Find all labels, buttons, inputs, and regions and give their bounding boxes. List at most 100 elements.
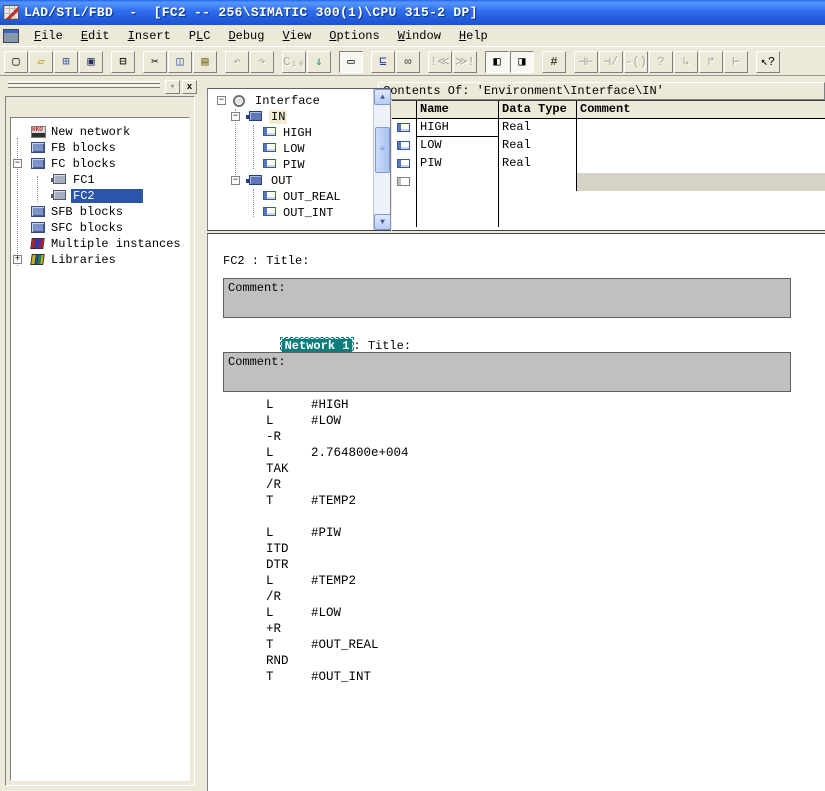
toolbar-separator xyxy=(421,51,428,73)
data-type-cell[interactable]: Real xyxy=(502,156,531,170)
next-error-button[interactable]: ≫! xyxy=(453,51,477,73)
toolbar-separator xyxy=(275,51,282,73)
data-type-cell[interactable]: Real xyxy=(502,120,531,134)
overview-item-fc-blocks[interactable]: FC blocks xyxy=(49,157,118,171)
open-branch-button[interactable]: ↳ xyxy=(674,51,698,73)
column-header-name[interactable]: Name xyxy=(420,102,449,116)
branch-button[interactable]: ⊢ xyxy=(724,51,748,73)
close-branch-button[interactable]: ↱ xyxy=(699,51,723,73)
block-comment-box[interactable]: Comment: xyxy=(223,278,791,318)
panel-grip[interactable] xyxy=(8,81,160,84)
overview-item-sfc-blocks[interactable]: SFC blocks xyxy=(49,221,125,235)
coil-button[interactable]: -() xyxy=(624,51,648,73)
contact-nc-button[interactable]: ⊣/ xyxy=(599,51,623,73)
menu-insert[interactable]: Insert xyxy=(119,27,180,45)
var-icon xyxy=(263,207,276,216)
overview-toggle-button[interactable]: ◧ xyxy=(485,51,509,73)
scroll-up-button[interactable]: ▲ xyxy=(374,89,391,105)
redo-button[interactable]: ↷ xyxy=(250,51,274,73)
monitor-button[interactable]: ∞ xyxy=(396,51,420,73)
panel-close-button[interactable]: x xyxy=(182,80,197,94)
menu-options[interactable]: Options xyxy=(320,27,388,45)
copy-button[interactable]: ◫ xyxy=(168,51,192,73)
previous-error-button[interactable]: !≪ xyxy=(428,51,452,73)
interface-item-piw[interactable]: PIW xyxy=(281,158,307,172)
interface-item-out[interactable]: OUT xyxy=(269,174,295,188)
table-row[interactable] xyxy=(392,173,825,191)
interface-item-in[interactable]: IN xyxy=(269,110,287,124)
data-type-cell[interactable]: Real xyxy=(502,138,531,152)
folder-block-icon xyxy=(31,206,45,217)
mdi-child-icon[interactable] xyxy=(3,29,19,43)
interface-item-out-real[interactable]: OUT_REAL xyxy=(281,190,343,204)
interface-item-interface[interactable]: Interface xyxy=(253,94,322,108)
overview-item-new-network[interactable]: New network xyxy=(49,125,132,139)
menu-view[interactable]: View xyxy=(273,27,320,45)
contents-of-header: Contents Of: 'Environment\Interface\IN' xyxy=(378,82,825,100)
overview-item-libraries[interactable]: Libraries xyxy=(49,253,118,267)
block-title[interactable]: FC2 : Title: xyxy=(223,254,309,268)
menu-file[interactable]: File xyxy=(25,27,72,45)
new-icon: ▢ xyxy=(12,56,19,68)
name-cell[interactable]: PIW xyxy=(420,156,442,170)
interface-expander-in[interactable]: − xyxy=(231,112,240,121)
interface-row: − OUT xyxy=(208,173,390,189)
overview-item-multiple-instances[interactable]: Multiple instances xyxy=(49,237,183,251)
contact-nc-icon: ⊣/ xyxy=(604,56,618,68)
detail-view-toggle-button[interactable]: ◨ xyxy=(510,51,534,73)
interface-expander-interface[interactable]: − xyxy=(217,96,226,105)
menu-help[interactable]: Help xyxy=(450,27,497,45)
folder-block-icon xyxy=(31,158,45,169)
menu-edit[interactable]: Edit xyxy=(72,27,119,45)
scroll-down-button[interactable]: ▼ xyxy=(374,214,391,230)
panel-grip[interactable] xyxy=(8,85,160,88)
interface-item-out-int[interactable]: OUT_INT xyxy=(281,206,335,220)
column-header-data-type[interactable]: Data Type xyxy=(502,102,567,116)
name-cell[interactable]: LOW xyxy=(420,138,442,152)
undo-button[interactable]: ↶ xyxy=(225,51,249,73)
call-structure-button[interactable]: C₁₀ xyxy=(282,51,306,73)
contact-no-button[interactable]: ⊣⊢ xyxy=(574,51,598,73)
table-row[interactable]: PIW Real xyxy=(392,155,825,173)
overview-expander-fc-blocks[interactable]: − xyxy=(13,159,22,168)
save-button[interactable]: ▣ xyxy=(79,51,103,73)
overview-item-sfb-blocks[interactable]: SFB blocks xyxy=(49,205,125,219)
help-pointer-button[interactable]: ↖? xyxy=(756,51,780,73)
stl-editor[interactable]: L#HIGHL#LOW-RL2.764800e+004TAK/RT#TEMP2L… xyxy=(266,398,409,686)
empty-box-button[interactable]: ? xyxy=(649,51,673,73)
empty-comment-cell[interactable] xyxy=(577,173,825,191)
open-online-button[interactable]: ⊞ xyxy=(54,51,78,73)
interface-expander-out[interactable]: − xyxy=(231,176,240,185)
panel-dropdown-button[interactable]: ▾ xyxy=(165,80,180,94)
menu-debug[interactable]: Debug xyxy=(219,27,273,45)
column-header-comment[interactable]: Comment xyxy=(580,102,630,116)
interface-scrollbar[interactable]: ▲ ≡ ▼ xyxy=(373,89,390,230)
overview-row: SFB blocks xyxy=(11,204,189,220)
table-row[interactable]: HIGHReal xyxy=(392,119,825,137)
overview-expander-libraries[interactable]: + xyxy=(13,255,22,264)
overview-item-fc1[interactable]: FC1 xyxy=(71,173,97,187)
folder-block-icon xyxy=(31,222,45,233)
overview-item-fc2[interactable]: FC2 xyxy=(71,189,143,203)
symbol-representation-button[interactable]: ⊑ xyxy=(371,51,395,73)
comment-toggle-button[interactable]: ▭ xyxy=(339,51,363,73)
network-comment-box[interactable]: Comment: xyxy=(223,352,791,392)
new-button[interactable]: ▢ xyxy=(4,51,28,73)
interface-item-low[interactable]: LOW xyxy=(281,142,307,156)
scroll-thumb[interactable]: ≡ xyxy=(375,127,390,173)
open-button[interactable]: ▱ xyxy=(29,51,53,73)
print-button[interactable]: ⊟ xyxy=(111,51,135,73)
menu-window[interactable]: Window xyxy=(389,27,450,45)
interface-item-high[interactable]: HIGH xyxy=(281,126,314,140)
download-button[interactable]: ⇓ xyxy=(307,51,331,73)
paste-button[interactable]: ▤ xyxy=(193,51,217,73)
menu-plc[interactable]: PLC xyxy=(180,27,220,45)
table-row[interactable]: LOW Real xyxy=(392,137,825,155)
var-icon xyxy=(263,191,276,200)
new-network-button[interactable]: # xyxy=(542,51,566,73)
cut-button[interactable]: ✂ xyxy=(143,51,167,73)
stl-code-pane: FC2 : Title: Comment: Network 1: Title: … xyxy=(207,233,825,791)
network-title-suffix[interactable]: : Title: xyxy=(353,339,411,353)
overview-item-fb-blocks[interactable]: FB blocks xyxy=(49,141,118,155)
comment-toggle-icon: ▭ xyxy=(347,56,354,68)
